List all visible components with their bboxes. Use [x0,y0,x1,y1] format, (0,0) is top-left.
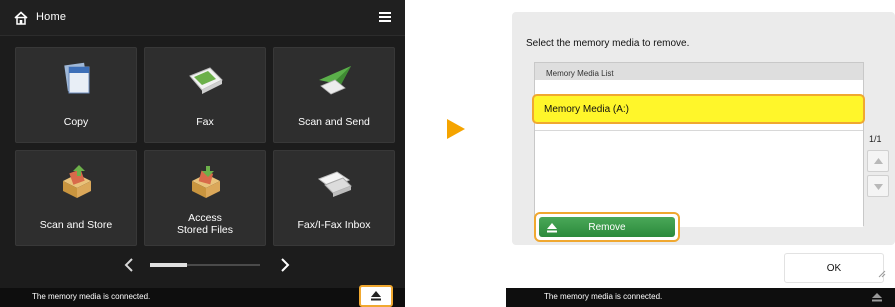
status-message: The memory media is connected. [32,292,151,301]
tile-scan-send[interactable]: Scan and Send [273,47,395,143]
corner-grip-icon [878,270,886,278]
remove-button[interactable]: Remove [534,212,680,242]
dialog-prompt: Select the memory media to remove. [526,38,690,49]
page-scrollbar-thumb[interactable] [150,263,187,267]
remove-media-dialog: Select the memory media to remove. Memor… [512,12,895,245]
access-files-icon [192,166,220,198]
home-header: Home [0,0,405,36]
list-item-memory-media-a[interactable]: Memory Media (A:) [532,94,865,124]
eject-button[interactable] [359,285,393,307]
tile-copy[interactable]: Copy [15,47,137,143]
status-bar: The memory media is connected. [0,288,405,307]
memory-media-list: Memory Media List Memory Media (A:) [532,62,865,227]
tile-label: Access Stored Files [176,212,234,236]
status-bar: The memory media is connected. [506,288,895,307]
menu-icon[interactable] [379,12,391,23]
eject-icon[interactable] [872,293,882,302]
home-title: Home [36,11,67,23]
function-tile-grid: Copy Fax Scan and Send Scan and Store Ac… [15,47,395,247]
chevron-left-icon[interactable] [122,256,136,274]
page-indicator: 1/1 [869,134,882,144]
remove-button-label: Remove [588,222,626,233]
chevron-up-icon [874,158,883,164]
home-icon[interactable] [14,11,28,25]
tile-label: Fax [196,116,214,128]
home-pager [0,252,405,278]
fax-inbox-icon [317,171,352,197]
home-screen: Home Copy Fax Scan and Send Scan and Sto… [0,0,405,307]
ok-button-label: OK [826,263,842,274]
tile-access-stored-files[interactable]: Access Stored Files [144,150,266,246]
ok-button[interactable]: OK [784,253,884,283]
remove-media-screen: Select the memory media to remove. Memor… [506,0,895,307]
fax-icon [189,67,223,94]
scan-send-icon [319,66,351,95]
tile-label: Scan and Send [298,116,370,128]
copy-icon [64,62,90,94]
tile-label: Copy [63,116,89,128]
tile-label: Scan and Store [39,219,113,231]
scroll-up-button[interactable] [867,150,889,172]
scroll-down-button[interactable] [867,175,889,197]
eject-icon [371,291,381,301]
list-item-label: Memory Media (A:) [544,104,630,115]
step-arrow-icon [447,119,465,139]
chevron-right-icon[interactable] [278,256,292,274]
tile-fax[interactable]: Fax [144,47,266,143]
tile-label: Fax/I-Fax Inbox [297,219,371,231]
status-message: The memory media is connected. [544,292,663,301]
scan-store-icon [63,165,91,198]
tile-scan-store[interactable]: Scan and Store [15,150,137,246]
tile-fax-inbox[interactable]: Fax/I-Fax Inbox [273,150,395,246]
chevron-down-icon [874,184,883,190]
list-header: Memory Media List [535,63,863,80]
